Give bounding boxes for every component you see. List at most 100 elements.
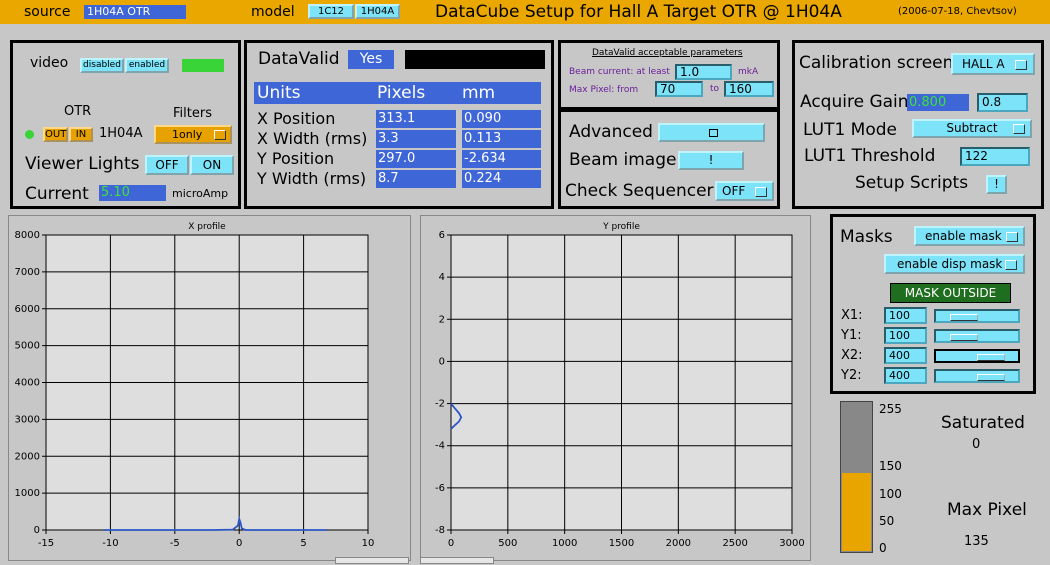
- saturated-value: 0: [972, 437, 981, 452]
- x-profile-frame: X profile -15 -10 -5 0 5 10 0 1000 2000 3000 4000 50…: [8, 215, 411, 561]
- mask-row-y2: Y2: 400: [838, 367, 1028, 386]
- x-tick-label: 0: [236, 538, 242, 549]
- advanced-button[interactable]: [658, 123, 765, 142]
- video-enabled-button[interactable]: enabled: [125, 58, 169, 73]
- x-profile-chart: X profile -15 -10 -5 0 5 10 0 1000 2000 3000 4000 50…: [9, 216, 410, 560]
- slider-knob[interactable]: [950, 314, 978, 321]
- lut1-threshold-label: LUT1 Threshold: [804, 146, 936, 166]
- mask-x1-slider[interactable]: [934, 309, 1020, 323]
- otr-label: OTR: [64, 104, 92, 119]
- mask-y1-slider[interactable]: [934, 329, 1020, 343]
- mask-row-label: Y2:: [841, 368, 862, 383]
- y-profile-scrollbar[interactable]: [420, 557, 494, 564]
- beam-image-label: Beam image: [569, 150, 677, 170]
- row-mm: 0.090: [462, 110, 541, 128]
- slider-knob[interactable]: [977, 374, 1005, 381]
- y-profile-chart: Y profile 0 500 1000 1500 2000 2500 3000 -8 -6 -4 -…: [421, 216, 810, 560]
- filters-label: Filters: [173, 106, 212, 121]
- viewer-lights-on-button[interactable]: ON: [190, 155, 234, 175]
- x-tick-label: 1500: [609, 538, 634, 549]
- acquire-gain-input[interactable]: 0.8: [977, 93, 1028, 112]
- mask-row-input[interactable]: 400: [884, 347, 927, 364]
- row-pixels: 297.0: [376, 150, 456, 168]
- model-option-1h04a[interactable]: 1H04A: [355, 4, 400, 19]
- video-status-indicator: [182, 59, 224, 72]
- check-sequencer-label: Check Sequencer: [565, 181, 714, 201]
- mask-row-label: Y1:: [841, 328, 862, 343]
- max-pixel-label: Max Pixel: [947, 500, 1027, 520]
- calibration-screen-value: HALL A: [962, 57, 1005, 71]
- col-pixels: Pixels: [377, 83, 426, 103]
- beam-current-label: Beam current: at least: [569, 67, 670, 77]
- mask-row-input[interactable]: 100: [884, 307, 927, 324]
- enable-mask-menu[interactable]: enable mask: [914, 226, 1025, 246]
- max-pixel-bar: [840, 401, 873, 553]
- max-pixel-to-input[interactable]: 160: [724, 81, 774, 97]
- max-pixel-range-label: Max Pixel: from: [569, 85, 639, 95]
- otr-out-button[interactable]: OUT: [43, 127, 68, 142]
- menu-button-icon: [1015, 60, 1027, 70]
- y-tick-label: -8: [435, 525, 445, 536]
- current-unit: microAmp: [172, 187, 229, 200]
- saturated-label: Saturated: [941, 413, 1025, 433]
- slider-knob[interactable]: [950, 334, 978, 341]
- y-tick-label: 2000: [15, 451, 40, 462]
- setup-scripts-button[interactable]: !: [986, 175, 1007, 194]
- model-option-1c12[interactable]: 1C12: [308, 4, 354, 19]
- enable-disp-mask-menu[interactable]: enable disp mask: [884, 254, 1025, 274]
- mask-row-label: X2:: [841, 348, 863, 363]
- y-tick-label: 8000: [15, 230, 40, 241]
- menu-button-icon: [214, 130, 226, 140]
- bar-tick: 50: [879, 514, 895, 528]
- bar-scale: 255 150 100 50 0: [874, 401, 914, 555]
- results-table-header: Units Pixels mm: [254, 82, 541, 104]
- datavalid-value: Yes: [348, 50, 394, 69]
- datavalid-message-box: [405, 50, 545, 69]
- row-pixels: 313.1: [376, 110, 456, 128]
- x-tick-label: -10: [102, 538, 118, 549]
- mask-outside-button[interactable]: MASK OUTSIDE: [890, 283, 1011, 303]
- calibration-screen-menu[interactable]: HALL A: [951, 53, 1035, 75]
- datavalid-label: DataValid: [258, 49, 340, 69]
- max-pixel-from-input[interactable]: 70: [655, 81, 703, 97]
- y-tick-label: 4: [439, 272, 445, 283]
- filter-menu[interactable]: 1only: [154, 125, 232, 144]
- source-value: 1H04A OTR: [84, 5, 186, 19]
- row-pixels: 3.3: [376, 130, 456, 148]
- x-profile-scrollbar[interactable]: [335, 557, 409, 564]
- max-pixel-value: 135: [964, 534, 989, 549]
- bar-tick: 255: [879, 402, 902, 416]
- beam-image-button[interactable]: !: [678, 151, 744, 170]
- params-title: DataValid acceptable parameters: [592, 48, 743, 58]
- enable-mask-label: enable mask: [925, 229, 1002, 243]
- otr-in-button[interactable]: IN: [69, 127, 93, 142]
- results-table: X Position 313.1 0.090 X Width (rms) 3.3…: [254, 109, 544, 190]
- advanced-label: Advanced: [569, 122, 653, 142]
- mask-row-x2: X2: 400: [838, 347, 1028, 366]
- y-tick-label: -6: [435, 483, 445, 494]
- row-mm: 0.224: [462, 170, 541, 188]
- mask-row-y1: Y1: 100: [838, 327, 1028, 346]
- table-row: X Width (rms) 3.3 0.113: [254, 129, 544, 150]
- lut1-threshold-input[interactable]: 122: [960, 147, 1030, 166]
- mask-row-input[interactable]: 400: [884, 367, 927, 384]
- mask-y2-slider[interactable]: [934, 369, 1020, 383]
- viewer-lights-off-button[interactable]: OFF: [145, 155, 189, 175]
- otr-id: 1H04A: [99, 126, 143, 141]
- x-tick-label: 10: [362, 538, 375, 549]
- mask-row-input[interactable]: 100: [884, 327, 927, 344]
- slider-knob[interactable]: [977, 354, 1005, 361]
- max-pixel-bar-fill: [842, 473, 871, 551]
- row-mm: 0.113: [462, 130, 541, 148]
- video-disabled-button[interactable]: disabled: [80, 58, 124, 73]
- check-sequencer-menu[interactable]: OFF: [715, 181, 774, 201]
- lut1-mode-menu[interactable]: Subtract: [912, 119, 1032, 138]
- beam-current-unit: mkA: [738, 67, 759, 77]
- beam-current-input[interactable]: 1.0: [675, 64, 732, 80]
- y-tick-label: 0: [34, 525, 40, 536]
- x-tick-label: 5: [300, 538, 306, 549]
- y-tick-label: 3000: [15, 414, 40, 425]
- bar-tick: 150: [879, 459, 902, 473]
- current-value: 5.10: [99, 185, 166, 201]
- mask-x2-slider[interactable]: [934, 349, 1020, 363]
